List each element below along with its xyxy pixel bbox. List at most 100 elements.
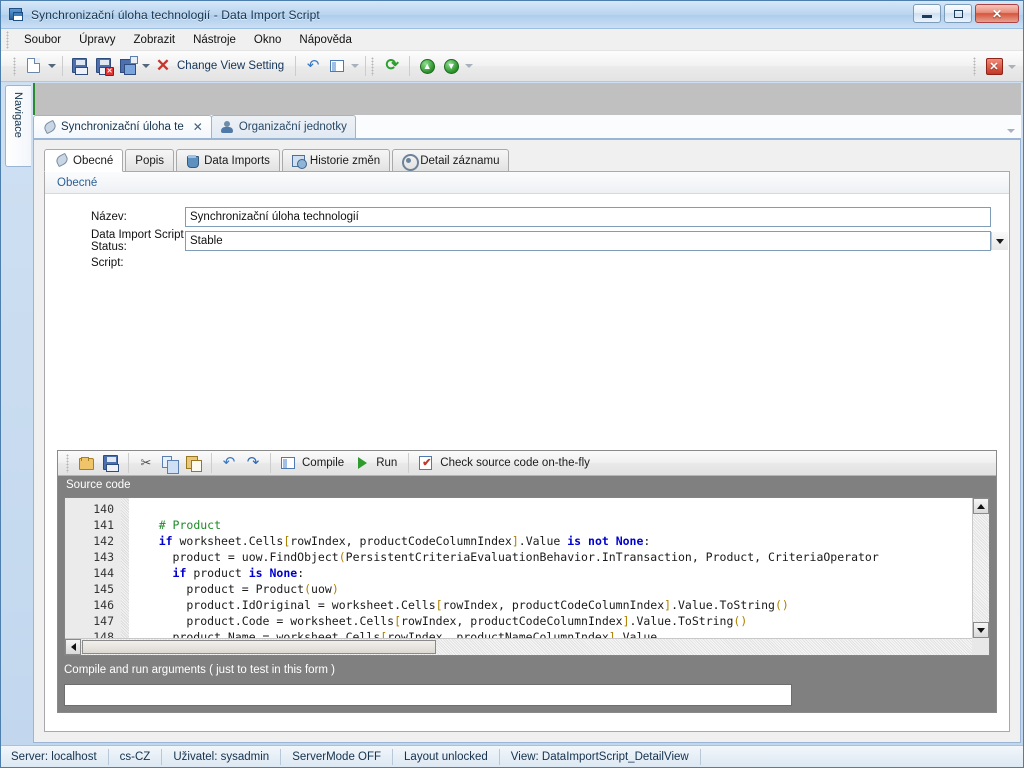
undo-button[interactable]: ↶ bbox=[301, 54, 325, 78]
script-open-button[interactable] bbox=[75, 451, 99, 475]
status-combo-input[interactable] bbox=[185, 231, 991, 251]
toolbar-separator bbox=[365, 56, 367, 76]
code-token: ] bbox=[511, 534, 519, 548]
code-token: ( bbox=[338, 550, 346, 564]
scroll-up-button[interactable] bbox=[973, 498, 989, 514]
maximize-button[interactable] bbox=[944, 4, 972, 23]
line-number: 145 bbox=[93, 582, 114, 596]
scissors-icon: ✂ bbox=[140, 455, 152, 470]
refresh-button[interactable]: ⟳ bbox=[380, 54, 404, 78]
tab-close-icon[interactable]: ✕ bbox=[193, 120, 203, 134]
save-and-close-button[interactable]: ✕ bbox=[92, 54, 116, 78]
script-toolbar: ✂ ↶ ↷ Compile Run Check source code bbox=[58, 451, 996, 476]
toolbar-separator bbox=[295, 56, 297, 76]
line-number-gutter: 1401411421431441451461471481491501511521… bbox=[65, 498, 121, 655]
code-line[interactable]: if worksheet.Cells[rowIndex, productCode… bbox=[131, 533, 972, 549]
scroll-down-button[interactable] bbox=[973, 622, 989, 638]
code-line[interactable] bbox=[131, 501, 972, 517]
document-tab-sync-task[interactable]: Synchronizační úloha te ✕ bbox=[33, 115, 212, 138]
close-button[interactable]: ✕ bbox=[975, 4, 1019, 23]
run-icon-wrap[interactable] bbox=[350, 451, 374, 475]
status-combo-dropdown-button[interactable] bbox=[991, 232, 1008, 250]
script-save-button[interactable] bbox=[99, 451, 123, 475]
line-number: 147 bbox=[93, 614, 114, 628]
scroll-left-button[interactable] bbox=[65, 639, 81, 655]
toolbar-grip[interactable] bbox=[13, 56, 16, 76]
new-dropdown[interactable] bbox=[46, 54, 57, 78]
check-icon-wrap[interactable] bbox=[414, 451, 438, 475]
menu-nastroje[interactable]: Nástroje bbox=[184, 31, 245, 49]
code-line[interactable]: if product is None: bbox=[131, 565, 972, 581]
document-tab-org-units[interactable]: Organizační jednotky bbox=[210, 115, 356, 138]
field-row-nazev: Název: bbox=[45, 206, 1009, 228]
grid-button[interactable] bbox=[325, 54, 349, 78]
code-line[interactable]: product.IdOriginal = worksheet.Cells[row… bbox=[131, 597, 972, 613]
code-token: ] bbox=[622, 614, 630, 628]
minimize-icon bbox=[922, 14, 932, 18]
script-redo-button[interactable]: ↷ bbox=[241, 451, 265, 475]
code-line[interactable]: # Product bbox=[131, 517, 972, 533]
change-view-setting-button[interactable]: Change View Setting bbox=[175, 60, 290, 72]
save-and-new-button[interactable] bbox=[116, 54, 140, 78]
move-up-button[interactable]: ▲ bbox=[415, 54, 439, 78]
compile-icon-wrap[interactable] bbox=[276, 451, 300, 475]
line-number: 142 bbox=[93, 534, 114, 548]
check-source-on-the-fly-button[interactable]: Check source code on-the-fly bbox=[438, 457, 596, 469]
code-line[interactable]: product = Product(uow) bbox=[131, 581, 972, 597]
minimize-button[interactable] bbox=[913, 4, 941, 23]
menu-napoveda[interactable]: Nápověda bbox=[290, 31, 360, 49]
toolbar-separator bbox=[409, 56, 411, 76]
tab-historie-zmen[interactable]: Historie změn bbox=[281, 149, 391, 171]
menu-zobrazit[interactable]: Zobrazit bbox=[125, 31, 185, 49]
code-token: rowIndex, productCodeColumnIndex bbox=[442, 598, 665, 612]
detail-view-pane: Obecné Popis Data Imports Historie změn … bbox=[33, 139, 1021, 743]
new-button[interactable] bbox=[22, 54, 46, 78]
run-button[interactable]: Run bbox=[374, 457, 403, 469]
save-dropdown[interactable] bbox=[140, 54, 151, 78]
close-dropdown[interactable] bbox=[1006, 55, 1017, 79]
menu-okno[interactable]: Okno bbox=[245, 31, 291, 49]
menu-soubor[interactable]: Soubor bbox=[15, 31, 70, 49]
toolbar-grip[interactable] bbox=[66, 453, 69, 473]
tab-obecne[interactable]: Obecné bbox=[44, 149, 124, 172]
tab-data-imports[interactable]: Data Imports bbox=[176, 149, 280, 171]
play-icon bbox=[357, 457, 367, 469]
close-document-button[interactable]: ✕ bbox=[982, 55, 1006, 79]
compile-button[interactable]: Compile bbox=[300, 457, 350, 469]
editor-horizontal-scrollbar[interactable] bbox=[65, 638, 972, 655]
code-line[interactable]: product.Code = worksheet.Cells[rowIndex,… bbox=[131, 613, 972, 629]
script-cut-button[interactable]: ✂ bbox=[134, 451, 158, 475]
script-undo-button[interactable]: ↶ bbox=[217, 451, 241, 475]
editor-vertical-scrollbar[interactable] bbox=[972, 498, 989, 638]
move-dropdown[interactable] bbox=[463, 54, 474, 78]
code-line[interactable]: product = uow.FindObject(PersistentCrite… bbox=[131, 549, 972, 565]
code-editor[interactable]: 1401411421431441451461471481491501511521… bbox=[64, 497, 990, 656]
navigation-panel-tab[interactable]: Navigace bbox=[5, 85, 31, 167]
tab-overflow-chevron-down-icon[interactable] bbox=[1007, 129, 1015, 133]
nazev-input[interactable] bbox=[185, 207, 991, 227]
horizontal-scroll-thumb[interactable] bbox=[82, 640, 436, 654]
script-paste-button[interactable] bbox=[182, 451, 206, 475]
script-editor-container: ✂ ↶ ↷ Compile Run Check source code bbox=[57, 450, 997, 713]
code-text-area[interactable]: # Product if worksheet.Cells[rowIndex, p… bbox=[129, 498, 972, 638]
tab-detail-zaznamu[interactable]: Detail záznamu bbox=[392, 149, 510, 171]
save-button[interactable] bbox=[68, 54, 92, 78]
code-token: rowIndex, productCodeColumnIndex bbox=[290, 534, 512, 548]
tab-popis[interactable]: Popis bbox=[125, 149, 175, 171]
status-bar: Server: localhost cs-CZ Uživatel: sysadm… bbox=[1, 745, 1023, 767]
menu-upravy[interactable]: Úpravy bbox=[70, 31, 124, 49]
title-bar: Synchronizační úloha technologií - Data … bbox=[1, 1, 1023, 29]
script-copy-button[interactable] bbox=[158, 451, 182, 475]
code-line[interactable]: product.Name = worksheet.Cells[rowIndex,… bbox=[131, 629, 972, 638]
compile-args-input[interactable] bbox=[64, 684, 792, 706]
bucket-icon bbox=[186, 154, 200, 168]
open-folder-icon bbox=[79, 455, 95, 471]
toolbar-grip[interactable] bbox=[371, 56, 375, 76]
code-token: [ bbox=[394, 614, 402, 628]
grid-icon bbox=[329, 58, 345, 74]
move-down-button[interactable]: ▼ bbox=[439, 54, 463, 78]
toolbar-grip[interactable] bbox=[973, 57, 976, 76]
paste-icon bbox=[186, 455, 202, 472]
delete-button[interactable]: ✕ bbox=[151, 54, 175, 78]
grid-dropdown[interactable] bbox=[349, 54, 360, 78]
